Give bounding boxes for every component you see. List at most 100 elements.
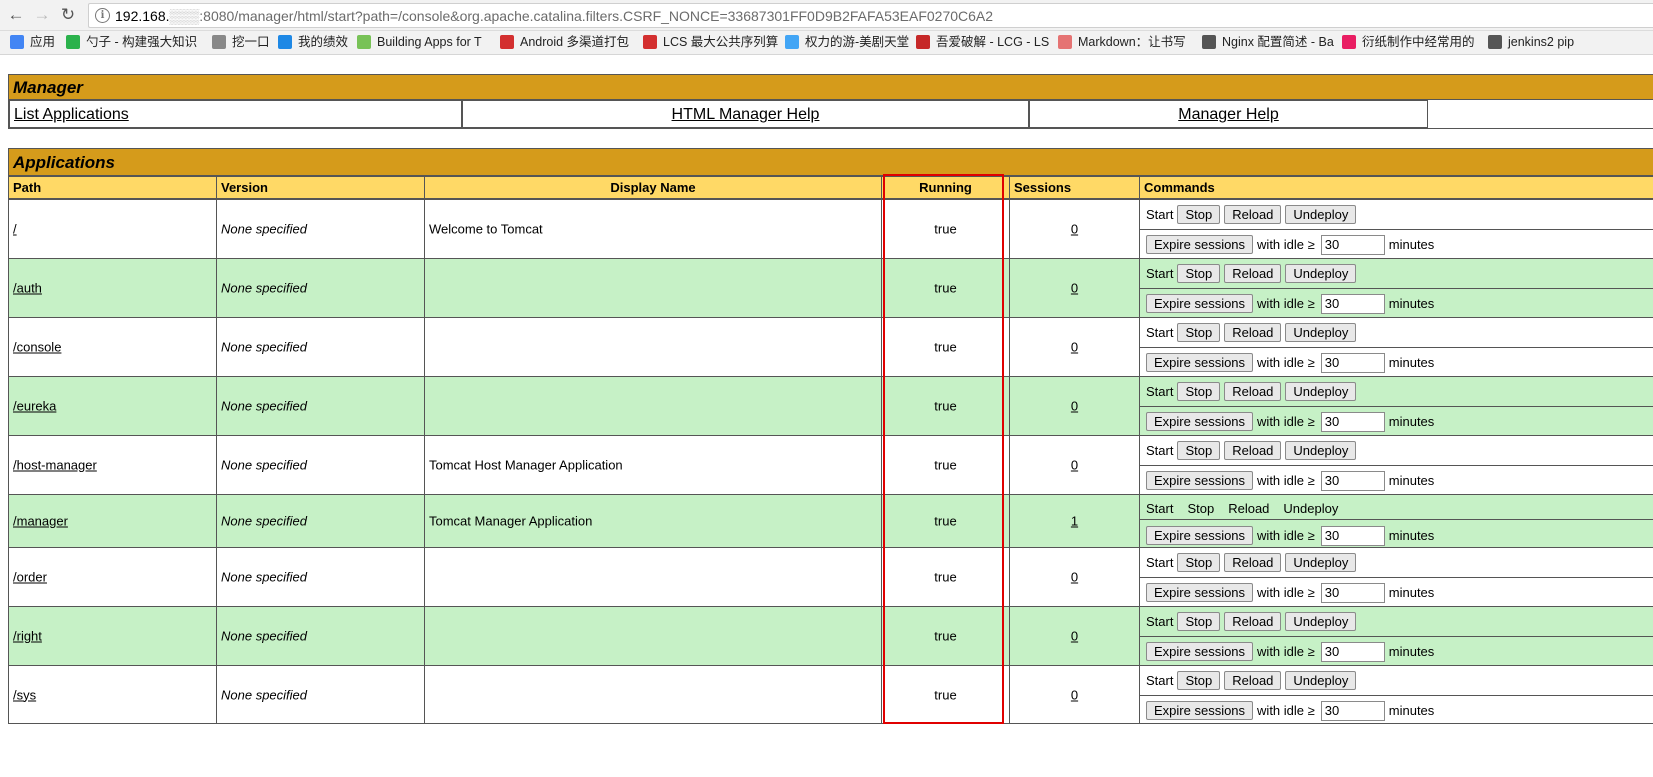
app-path-link-text[interactable]: /auth <box>13 281 42 296</box>
expire-sessions-button[interactable]: Expire sessions <box>1146 235 1254 255</box>
expire-sessions-button[interactable]: Expire sessions <box>1146 642 1254 662</box>
app-path-link[interactable]: /order <box>13 570 47 585</box>
app-path-link[interactable]: /right <box>13 629 42 644</box>
expire-sessions-button[interactable]: Expire sessions <box>1146 471 1254 491</box>
address-bar[interactable]: i 192.168.▒▒▒:8080/manager/html/start?pa… <box>88 3 1653 28</box>
sessions-count-link[interactable]: 0 <box>1071 458 1078 473</box>
app-path-link-text[interactable]: /host-manager <box>13 458 97 473</box>
bookmark-item[interactable]: LCS 最大公共序列算 <box>643 34 778 51</box>
app-path-link-text[interactable]: / <box>13 222 17 237</box>
html-manager-help-link[interactable]: HTML Manager Help <box>672 106 820 123</box>
bookmark-item[interactable]: 挖一口 <box>212 34 270 51</box>
app-version: None specified <box>221 513 307 529</box>
bookmark-label: 我的绩效 <box>298 35 349 49</box>
app-running-status: true <box>934 687 957 702</box>
bookmark-item[interactable]: jenkins2 pip <box>1488 34 1574 51</box>
reload-button[interactable]: Reload <box>1224 671 1282 691</box>
forward-arrow-icon[interactable]: → <box>32 5 52 25</box>
app-path-link[interactable]: /console <box>13 340 61 355</box>
sessions-count-link[interactable]: 0 <box>1071 629 1078 644</box>
bookmark-item[interactable]: 勺子 - 构建强大知识 <box>66 34 197 51</box>
stop-button[interactable]: Stop <box>1177 612 1221 632</box>
idle-minutes-input[interactable]: 30 <box>1320 525 1385 546</box>
expire-sessions-button[interactable]: Expire sessions <box>1146 353 1254 373</box>
app-path-link-text[interactable]: /order <box>13 570 47 585</box>
reload-button[interactable]: Reload <box>1224 441 1282 461</box>
bookmark-favicon-icon <box>357 35 371 49</box>
undeploy-button[interactable]: Undeploy <box>1285 612 1357 632</box>
bookmark-item[interactable]: 应用 <box>10 34 55 51</box>
bookmark-label: LCS 最大公共序列算 <box>663 35 779 49</box>
idle-minutes-input[interactable]: 30 <box>1320 700 1385 721</box>
cell-running: true <box>881 199 1010 259</box>
expire-sessions-button[interactable]: Expire sessions <box>1146 583 1254 603</box>
expire-sessions-button[interactable]: Expire sessions <box>1146 294 1254 314</box>
sessions-count-link[interactable]: 0 <box>1071 222 1078 237</box>
reload-button[interactable]: Reload <box>1224 612 1282 632</box>
undeploy-button[interactable]: Undeploy <box>1285 264 1357 284</box>
stop-button[interactable]: Stop <box>1177 671 1221 691</box>
back-arrow-icon[interactable]: ← <box>6 5 26 25</box>
bookmark-item[interactable]: Android 多渠道打包 <box>500 34 629 51</box>
stop-button[interactable]: Stop <box>1177 441 1221 461</box>
stop-button[interactable]: Stop <box>1177 264 1221 284</box>
reload-button[interactable]: Reload <box>1224 264 1282 284</box>
app-sessions: 0 <box>1010 687 1139 702</box>
bookmark-item[interactable]: 衍纸制作中经常用的 <box>1342 34 1475 51</box>
app-path-link[interactable]: /auth <box>13 281 42 296</box>
idle-minutes-input[interactable]: 30 <box>1320 352 1385 373</box>
reload-button[interactable]: Reload <box>1224 553 1282 573</box>
cell-commands: Start Stop Reload Undeploy Expire sessions wi… <box>1139 258 1653 318</box>
reload-button[interactable]: Reload <box>1224 205 1282 225</box>
app-path-link-text[interactable]: /console <box>13 340 61 355</box>
app-path-link-text[interactable]: /sys <box>13 687 36 702</box>
app-path-link[interactable]: /manager <box>13 514 68 529</box>
bookmark-item[interactable]: 吾爱破解 - LCG - LS <box>916 34 1049 51</box>
undeploy-button[interactable]: Undeploy <box>1285 323 1357 343</box>
reload-button[interactable]: Reload <box>1224 323 1282 343</box>
reload-icon[interactable]: ↻ <box>58 5 78 25</box>
sessions-count-link[interactable]: 0 <box>1071 687 1078 702</box>
undeploy-button[interactable]: Undeploy <box>1285 205 1357 225</box>
idle-minutes-input[interactable]: 30 <box>1320 470 1385 491</box>
stop-button[interactable]: Stop <box>1177 553 1221 573</box>
bookmark-item[interactable]: Building Apps for T <box>357 34 482 51</box>
bookmark-item[interactable]: Nginx 配置简述 - Ba <box>1202 34 1334 51</box>
app-path-link[interactable]: / <box>13 222 17 237</box>
undeploy-button[interactable]: Undeploy <box>1285 441 1357 461</box>
app-path-link-text[interactable]: /manager <box>13 514 68 529</box>
stop-button[interactable]: Stop <box>1177 382 1221 402</box>
list-applications-link[interactable]: List Applications <box>14 106 129 123</box>
expire-sessions-button[interactable]: Expire sessions <box>1146 412 1254 432</box>
sessions-count-link[interactable]: 0 <box>1071 399 1078 414</box>
idle-minutes-input[interactable]: 30 <box>1320 641 1385 662</box>
sessions-count-link[interactable]: 0 <box>1071 281 1078 296</box>
idle-minutes-input[interactable]: 30 <box>1320 234 1385 255</box>
cell-commands: Start Stop Reload Undeploy Expire sessions wi… <box>1139 317 1653 377</box>
undeploy-button[interactable]: Undeploy <box>1285 382 1357 402</box>
idle-minutes-input[interactable]: 30 <box>1320 582 1385 603</box>
undeploy-button[interactable]: Undeploy <box>1285 671 1357 691</box>
expire-sessions-button[interactable]: Expire sessions <box>1146 526 1254 546</box>
undeploy-button[interactable]: Undeploy <box>1285 553 1357 573</box>
stop-button[interactable]: Stop <box>1177 205 1221 225</box>
sessions-count-link[interactable]: 1 <box>1071 514 1078 529</box>
stop-button[interactable]: Stop <box>1177 323 1221 343</box>
minutes-label: minutes <box>1388 527 1435 543</box>
reload-button[interactable]: Reload <box>1224 382 1282 402</box>
info-icon[interactable]: i <box>95 8 110 23</box>
manager-help-link[interactable]: Manager Help <box>1178 106 1279 123</box>
app-path-link[interactable]: /host-manager <box>13 458 97 473</box>
sessions-count-link[interactable]: 0 <box>1071 570 1078 585</box>
app-path-link[interactable]: /sys <box>13 687 36 702</box>
sessions-count-link[interactable]: 0 <box>1071 340 1078 355</box>
bookmark-item[interactable]: 我的绩效 <box>278 34 348 51</box>
bookmark-item[interactable]: 权力的游-美剧天堂 <box>785 34 909 51</box>
app-path-link-text[interactable]: /eureka <box>13 399 56 414</box>
bookmark-item[interactable]: Markdown：让书写 <box>1058 34 1186 51</box>
idle-minutes-input[interactable]: 30 <box>1320 293 1385 314</box>
idle-minutes-input[interactable]: 30 <box>1320 411 1385 432</box>
app-path-link[interactable]: /eureka <box>13 399 56 414</box>
app-path-link-text[interactable]: /right <box>13 629 42 644</box>
expire-sessions-button[interactable]: Expire sessions <box>1146 701 1254 721</box>
